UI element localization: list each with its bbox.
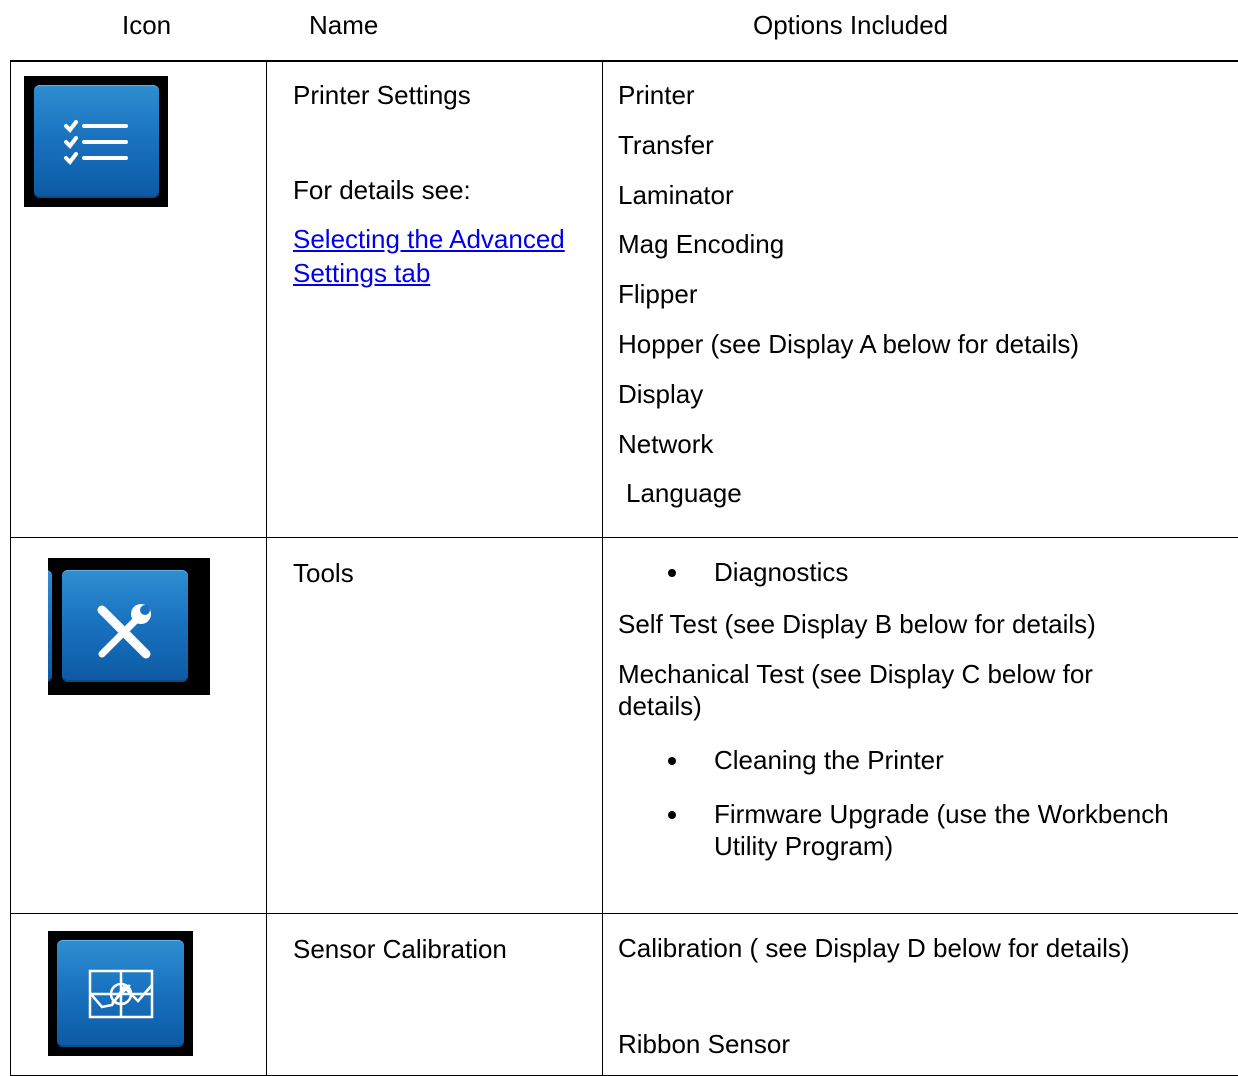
- details-label: For details see:: [293, 173, 602, 207]
- tools-icon[interactable]: [48, 558, 210, 695]
- name-cell: Tools: [267, 538, 603, 914]
- options-cell: Diagnostics Self Test (see Display B bel…: [603, 538, 1238, 914]
- option-item: Display: [618, 377, 1238, 427]
- name-cell: Printer Settings For details see: Select…: [267, 61, 603, 538]
- options-cell: Calibration ( see Display D below for de…: [603, 914, 1238, 1076]
- table-row: Sensor Calibration Calibration ( see Dis…: [11, 914, 1238, 1076]
- option-item: Mechanical Test (see Display C below for…: [618, 658, 1178, 722]
- icon-cell: [11, 538, 267, 914]
- advanced-settings-link[interactable]: Selecting the Advanced Settings tab: [293, 224, 565, 288]
- option-item: Transfer: [618, 128, 1238, 178]
- option-item: Ribbon Sensor: [618, 1028, 1238, 1060]
- option-item: Flipper: [618, 277, 1238, 327]
- icon-cell: [11, 61, 267, 538]
- option-item: Diagnostics: [618, 556, 1238, 588]
- row-name: Tools: [293, 556, 602, 590]
- option-item: Hopper (see Display A below for details): [618, 327, 1238, 377]
- table-row: Printer Settings For details see: Select…: [11, 61, 1238, 538]
- option-item: Printer: [618, 78, 1238, 128]
- options-cell: Printer Transfer Laminator Mag Encoding …: [603, 61, 1238, 538]
- option-item: Calibration ( see Display D below for de…: [618, 932, 1238, 964]
- row-name: Printer Settings: [293, 78, 602, 112]
- row-name: Sensor Calibration: [293, 932, 602, 966]
- table-row: Tools Diagnostics Self Test (see Display…: [11, 538, 1238, 914]
- header-options: Options Included: [753, 10, 948, 40]
- option-item: Laminator: [618, 178, 1238, 228]
- header-icon: Icon: [122, 10, 171, 40]
- option-item: Mag Encoding: [618, 227, 1238, 277]
- icon-cell: [11, 914, 267, 1076]
- sensor-calibration-icon[interactable]: [48, 931, 193, 1056]
- name-cell: Sensor Calibration: [267, 914, 603, 1076]
- option-item: Cleaning the Printer: [618, 744, 1238, 776]
- checklist-icon[interactable]: [24, 76, 168, 207]
- options-table: Printer Settings For details see: Select…: [10, 60, 1238, 1076]
- option-item: Language: [618, 476, 1238, 526]
- option-item: Self Test (see Display B below for detai…: [618, 608, 1238, 640]
- option-item: Network: [618, 427, 1238, 477]
- header-name: Name: [309, 10, 378, 40]
- option-item: Firmware Upgrade (use the Workbench Util…: [618, 798, 1184, 862]
